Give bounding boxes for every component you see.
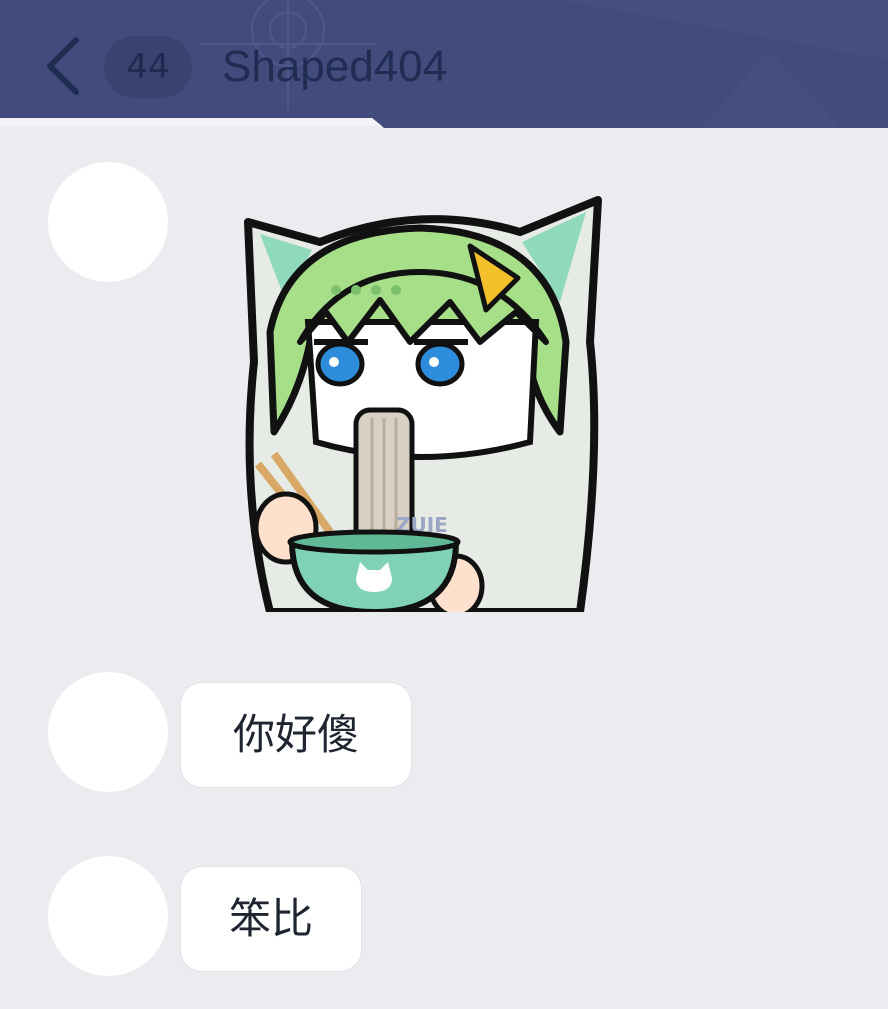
message-text: 你好傻 xyxy=(232,710,359,759)
avatar[interactable] xyxy=(48,162,168,282)
anime-girl-eating-noodles-sticker-icon: ZUIE xyxy=(244,196,602,612)
message-text: 笨比 xyxy=(228,894,313,943)
avatar[interactable] xyxy=(48,856,168,976)
chat-title: Shaped404 xyxy=(222,42,448,91)
message-bubble[interactable]: 你好傻 xyxy=(180,682,412,788)
sticker-message[interactable]: ZUIE xyxy=(230,192,610,614)
back-button[interactable] xyxy=(40,34,90,98)
unread-count-badge[interactable]: 44 xyxy=(104,36,192,98)
chat-header: 44 Shaped404 xyxy=(0,0,888,128)
header-bottom-edge xyxy=(0,118,888,132)
chevron-left-icon xyxy=(47,37,79,95)
avatar[interactable] xyxy=(48,672,168,792)
message-bubble[interactable]: 笨比 xyxy=(180,866,362,972)
